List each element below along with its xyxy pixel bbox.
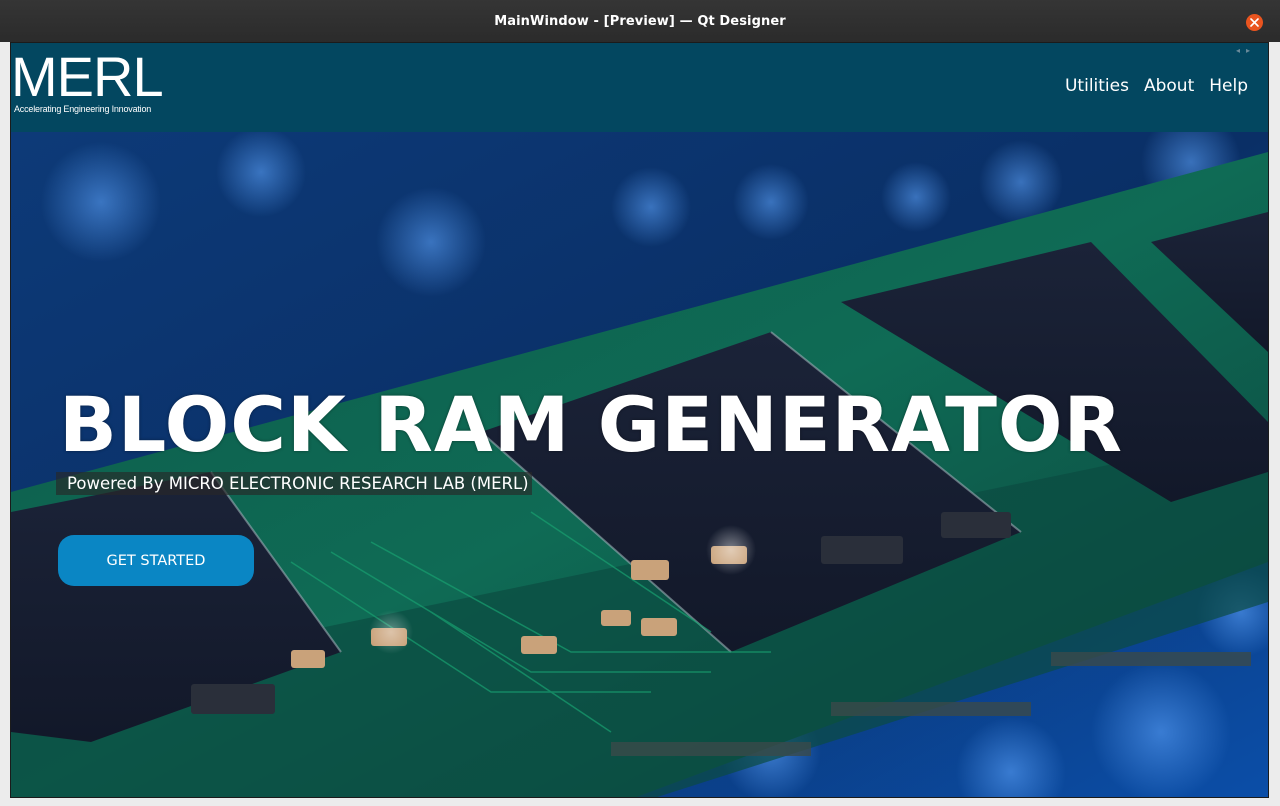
nav-menu: Utilities About Help [1065, 76, 1248, 96]
nav-item-about[interactable]: About [1144, 76, 1194, 96]
window-border-right [1269, 42, 1280, 806]
close-button[interactable] [1246, 14, 1263, 31]
nav-item-utilities[interactable]: Utilities [1065, 76, 1129, 96]
logo-tagline: Accelerating Engineering Innovation [14, 104, 152, 114]
merl-logo: MERL Accelerating Engineering Innovation [13, 50, 183, 114]
nav-item-help[interactable]: Help [1209, 76, 1248, 96]
get-started-button[interactable]: GET STARTED [58, 535, 254, 586]
hero-section: BLOCK RAM GENERATOR Powered By MICRO ELE… [11, 132, 1268, 797]
scroll-arrows-icon[interactable]: ◂▸ [1236, 46, 1256, 55]
logo-text: MERL [13, 50, 163, 102]
main-window-preview: MERL Accelerating Engineering Innovation… [10, 42, 1269, 798]
top-navbar: MERL Accelerating Engineering Innovation… [11, 43, 1268, 132]
window-title: MainWindow - [Preview] — Qt Designer [494, 13, 786, 29]
qt-designer-window: MainWindow - [Preview] — Qt Designer MER… [0, 0, 1280, 806]
merl-logo-mark: MERL [13, 50, 164, 102]
hero-subtitle: Powered By MICRO ELECTRONIC RESEARCH LAB… [56, 472, 532, 495]
close-icon [1250, 18, 1259, 27]
window-border-bottom [0, 798, 1280, 806]
hero-title: BLOCK RAM GENERATOR [59, 380, 1124, 469]
window-titlebar[interactable]: MainWindow - [Preview] — Qt Designer [0, 0, 1280, 42]
